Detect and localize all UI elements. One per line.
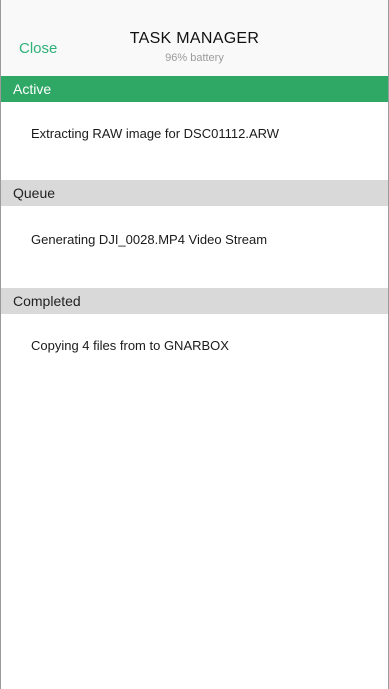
header-bar: Close TASK MANAGER 96% battery [1,0,388,76]
section-header-queue: Queue [1,180,388,206]
section-header-completed: Completed [1,288,388,314]
task-label: Extracting RAW image for DSC01112.ARW [31,126,280,141]
task-row-completed[interactable]: Copying 4 files from to GNARBOX [1,314,388,353]
task-label: Generating DJI_0028.MP4 Video Stream [31,232,268,247]
battery-status: 96% battery [165,52,224,64]
title-group: TASK MANAGER 96% battery [1,30,388,64]
task-row-active[interactable]: Extracting RAW image for DSC01112.ARW [1,102,388,180]
task-manager-screen: Close TASK MANAGER 96% battery Active Ex… [0,0,389,689]
section-header-active: Active [1,76,388,102]
task-row-queue[interactable]: Generating DJI_0028.MP4 Video Stream [1,206,388,288]
task-label: Copying 4 files from to GNARBOX [31,338,229,353]
page-title: TASK MANAGER [129,30,260,47]
